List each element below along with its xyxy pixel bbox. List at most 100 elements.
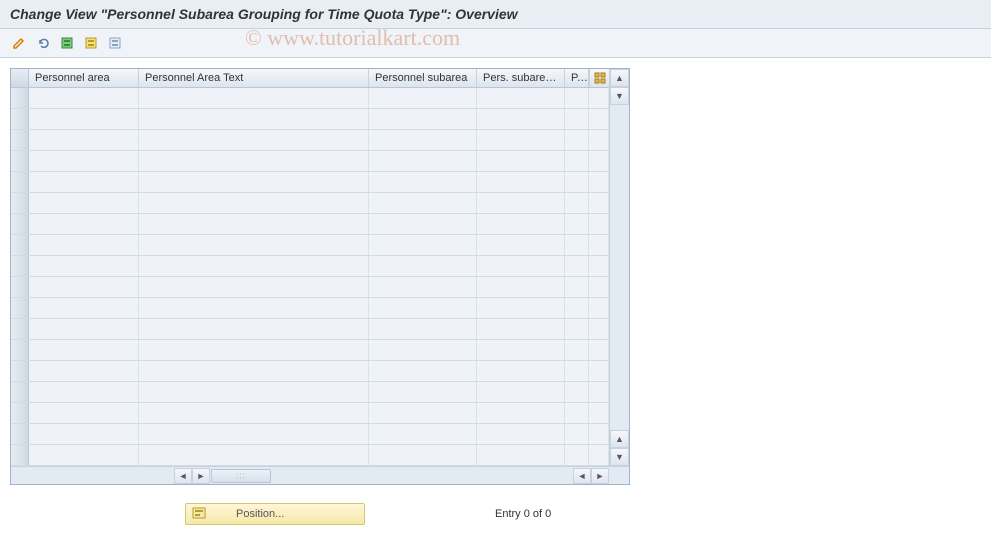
row-selector[interactable] [11,403,29,423]
cell[interactable] [139,298,369,318]
cell[interactable] [565,382,589,402]
row-selector[interactable] [11,256,29,276]
row-selector[interactable] [11,172,29,192]
col-header-p[interactable]: P... [565,69,589,87]
cell[interactable] [369,298,477,318]
cell[interactable] [369,172,477,192]
cell[interactable] [29,319,139,339]
cell[interactable] [29,172,139,192]
row-selector[interactable] [11,235,29,255]
cell[interactable] [139,403,369,423]
cell[interactable] [477,151,565,171]
horizontal-scrollbar[interactable]: ◄ ► ::: ◄ ► [11,466,629,484]
undo-button[interactable] [32,33,54,53]
cell[interactable] [139,214,369,234]
cell[interactable] [139,445,369,465]
cell[interactable] [369,382,477,402]
cell[interactable] [565,130,589,150]
cell[interactable] [29,340,139,360]
cell[interactable] [369,403,477,423]
cell[interactable] [565,424,589,444]
cell[interactable] [369,109,477,129]
cell[interactable] [565,88,589,108]
scroll-left-button[interactable]: ◄ [174,468,192,484]
cell[interactable] [565,256,589,276]
cell[interactable] [477,214,565,234]
table-row[interactable] [11,424,609,445]
table-row[interactable] [11,403,609,424]
table-row[interactable] [11,382,609,403]
scroll-right-button[interactable]: ► [192,468,210,484]
cell[interactable] [369,235,477,255]
cell[interactable] [565,172,589,192]
cell[interactable] [29,109,139,129]
cell[interactable] [369,361,477,381]
cell[interactable] [29,151,139,171]
cell[interactable] [369,193,477,213]
cell[interactable] [139,256,369,276]
cell[interactable] [29,298,139,318]
scroll-left-end-button[interactable]: ◄ [573,468,591,484]
cell[interactable] [369,445,477,465]
cell[interactable] [29,193,139,213]
select-block-button[interactable] [80,33,102,53]
table-row[interactable] [11,277,609,298]
select-all-button[interactable] [56,33,78,53]
cell[interactable] [477,382,565,402]
cell[interactable] [139,109,369,129]
cell[interactable] [29,361,139,381]
scroll-down-button[interactable]: ▼ [610,87,629,105]
cell[interactable] [565,340,589,360]
cell[interactable] [477,88,565,108]
row-selector[interactable] [11,214,29,234]
table-row[interactable] [11,151,609,172]
cell[interactable] [139,172,369,192]
scroll-right-end-button[interactable]: ► [591,468,609,484]
table-settings-button[interactable] [589,69,609,87]
deselect-all-button[interactable] [104,33,126,53]
table-row[interactable] [11,235,609,256]
cell[interactable] [29,88,139,108]
position-button[interactable]: Position... [185,503,365,525]
cell[interactable] [139,277,369,297]
cell[interactable] [369,340,477,360]
cell[interactable] [369,88,477,108]
cell[interactable] [565,214,589,234]
row-selector[interactable] [11,424,29,444]
cell[interactable] [477,193,565,213]
col-header-personnel-area[interactable]: Personnel area [29,69,139,87]
cell[interactable] [565,403,589,423]
vscroll-track[interactable] [610,105,629,430]
table-row[interactable] [11,130,609,151]
cell[interactable] [139,235,369,255]
cell[interactable] [29,382,139,402]
cell[interactable] [565,298,589,318]
row-selector[interactable] [11,361,29,381]
cell[interactable] [139,193,369,213]
scroll-up-end-button[interactable]: ▲ [610,430,629,448]
scroll-down-end-button[interactable]: ▼ [610,448,629,466]
cell[interactable] [565,277,589,297]
hscroll-thumb[interactable]: ::: [211,469,271,483]
row-selector[interactable] [11,340,29,360]
cell[interactable] [29,256,139,276]
cell[interactable] [477,130,565,150]
cell[interactable] [29,214,139,234]
table-row[interactable] [11,256,609,277]
cell[interactable] [565,193,589,213]
cell[interactable] [565,361,589,381]
cell[interactable] [565,235,589,255]
cell[interactable] [29,403,139,423]
row-selector[interactable] [11,151,29,171]
table-row[interactable] [11,193,609,214]
cell[interactable] [139,340,369,360]
cell[interactable] [477,445,565,465]
cell[interactable] [477,235,565,255]
cell[interactable] [369,130,477,150]
table-row[interactable] [11,88,609,109]
cell[interactable] [29,235,139,255]
table-row[interactable] [11,340,609,361]
vertical-scrollbar[interactable]: ▲ ▼ ▲ ▼ [609,69,629,466]
col-header-subarea[interactable]: Personnel subarea [369,69,477,87]
row-selector[interactable] [11,193,29,213]
